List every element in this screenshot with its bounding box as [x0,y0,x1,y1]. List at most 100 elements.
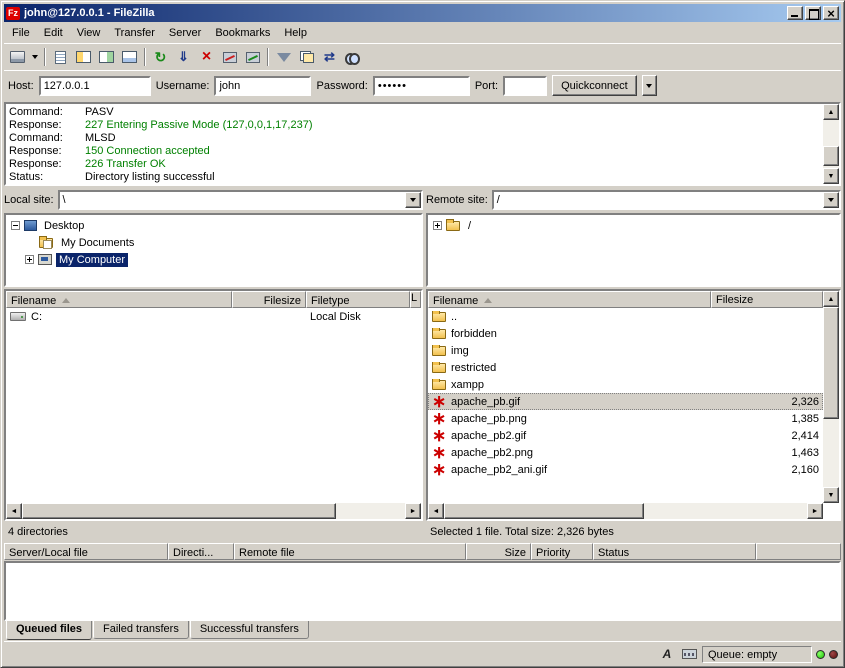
scroll-right-button[interactable] [405,503,421,519]
quickconnect-button[interactable]: Quickconnect [552,75,637,96]
toggle-message-log-button[interactable] [49,46,72,68]
folder-icon [432,346,446,356]
toggle-queue-button[interactable] [118,46,141,68]
queue-list[interactable] [4,561,841,621]
remote-dir-row[interactable]: xampp [428,376,823,393]
log-vertical-scrollbar[interactable] [823,104,839,184]
remote-file-row[interactable]: apache_pb.png 1,385 [428,410,823,427]
tree-item-root[interactable]: / [428,217,839,234]
scroll-up-button[interactable] [823,104,839,120]
scrollbar-thumb[interactable] [823,307,839,419]
scroll-down-button[interactable] [823,168,839,184]
scroll-right-button[interactable] [807,503,823,519]
username-input[interactable]: john [214,76,311,96]
remote-site-value: / [494,194,823,206]
column-header-size[interactable]: Size [466,543,531,560]
find-files-button[interactable] [341,46,364,68]
column-header-server-local-file[interactable]: Server/Local file [4,543,168,560]
process-queue-button[interactable] [172,46,195,68]
site-manager-button[interactable] [6,46,29,68]
menu-view[interactable]: View [70,24,108,42]
window-title: john@127.0.0.1 - FileZilla [24,7,785,19]
directory-comparison-button[interactable] [295,46,318,68]
filter-button[interactable] [272,46,295,68]
tree-item-my-computer[interactable]: My Computer [6,251,421,268]
local-file-row-c-drive[interactable]: C: Local Disk [6,308,421,325]
remote-tree-icon [99,51,114,63]
refresh-button[interactable] [149,46,172,68]
menu-file[interactable]: File [5,24,37,42]
column-header-filetype[interactable]: Filetype [306,291,410,308]
remote-vertical-scrollbar[interactable] [823,291,839,503]
tree-item-my-documents[interactable]: My Documents [6,234,421,251]
disconnect-button[interactable] [218,46,241,68]
port-input[interactable] [503,76,547,96]
minimize-button[interactable] [787,6,803,20]
scroll-down-button[interactable] [823,487,839,503]
remote-dir-row[interactable]: restricted [428,359,823,376]
column-header-filesize[interactable]: Filesize [711,291,823,308]
collapse-icon[interactable] [11,221,20,230]
local-site-combobox[interactable]: \ [58,190,423,210]
remote-file-row[interactable]: apache_pb2_ani.gif 2,160 [428,461,823,478]
local-tree-icon [76,51,91,63]
remote-dir-row[interactable]: .. [428,308,823,325]
computer-icon [38,254,52,265]
remote-directory-tree: / [426,213,841,287]
remote-file-row[interactable]: apache_pb2.gif 2,414 [428,427,823,444]
scrollbar-thumb[interactable] [444,503,644,519]
reconnect-button[interactable] [241,46,264,68]
scrollbar-thumb[interactable] [823,146,839,165]
file-name: apache_pb2.gif [451,430,526,442]
toggle-local-tree-button[interactable] [72,46,95,68]
file-name: forbidden [451,328,497,340]
image-file-icon [432,428,446,443]
column-header-status[interactable]: Status [593,543,756,560]
expand-icon[interactable] [25,255,34,264]
combo-dropdown-button[interactable] [405,192,421,208]
title-bar[interactable]: john@127.0.0.1 - FileZilla [4,4,841,22]
remote-file-row-selected[interactable]: apache_pb.gif 2,326 [428,393,823,410]
column-header-direction[interactable]: Directi... [168,543,234,560]
remote-dir-row[interactable]: img [428,342,823,359]
toggle-remote-tree-button[interactable] [95,46,118,68]
menu-bookmarks[interactable]: Bookmarks [208,24,277,42]
remote-dir-row[interactable]: forbidden [428,325,823,342]
column-header-filesize[interactable]: Filesize [232,291,306,308]
cancel-button[interactable] [195,46,218,68]
remote-file-row[interactable]: apache_pb2.png 1,463 [428,444,823,461]
remote-horizontal-scrollbar[interactable] [428,503,823,519]
tab-failed-transfers[interactable]: Failed transfers [93,621,189,639]
remote-site-label: Remote site: [426,194,488,206]
remote-file-list: Filename Filesize .. forbidden [426,289,841,521]
column-header-priority[interactable]: Priority [531,543,593,560]
host-input[interactable]: 127.0.0.1 [39,76,151,96]
combo-dropdown-button[interactable] [823,192,839,208]
tab-successful-transfers[interactable]: Successful transfers [190,621,309,639]
expand-icon[interactable] [433,221,442,230]
password-input[interactable]: •••••• [373,76,470,96]
column-header-filename[interactable]: Filename [428,291,711,308]
quickconnect-dropdown[interactable] [642,75,657,96]
maximize-button[interactable] [805,6,821,20]
column-header-last-modified[interactable]: L [410,291,421,308]
file-size: 1,385 [711,413,823,425]
scroll-up-button[interactable] [823,291,839,307]
scroll-left-button[interactable] [428,503,444,519]
scroll-left-button[interactable] [6,503,22,519]
remote-site-combobox[interactable]: / [492,190,841,210]
column-header-filename[interactable]: Filename [6,291,232,308]
scrollbar-thumb[interactable] [22,503,336,519]
site-manager-dropdown[interactable] [29,46,41,68]
toolbar-separator [44,48,46,66]
local-horizontal-scrollbar[interactable] [6,503,421,519]
synchronized-browsing-button[interactable] [318,46,341,68]
menu-server[interactable]: Server [162,24,208,42]
menu-transfer[interactable]: Transfer [107,24,162,42]
menu-help[interactable]: Help [277,24,314,42]
close-button[interactable] [823,6,839,20]
menu-edit[interactable]: Edit [37,24,70,42]
tab-queued-files[interactable]: Queued files [6,621,92,640]
column-header-remote-file[interactable]: Remote file [234,543,466,560]
tree-item-desktop[interactable]: Desktop [6,217,421,234]
